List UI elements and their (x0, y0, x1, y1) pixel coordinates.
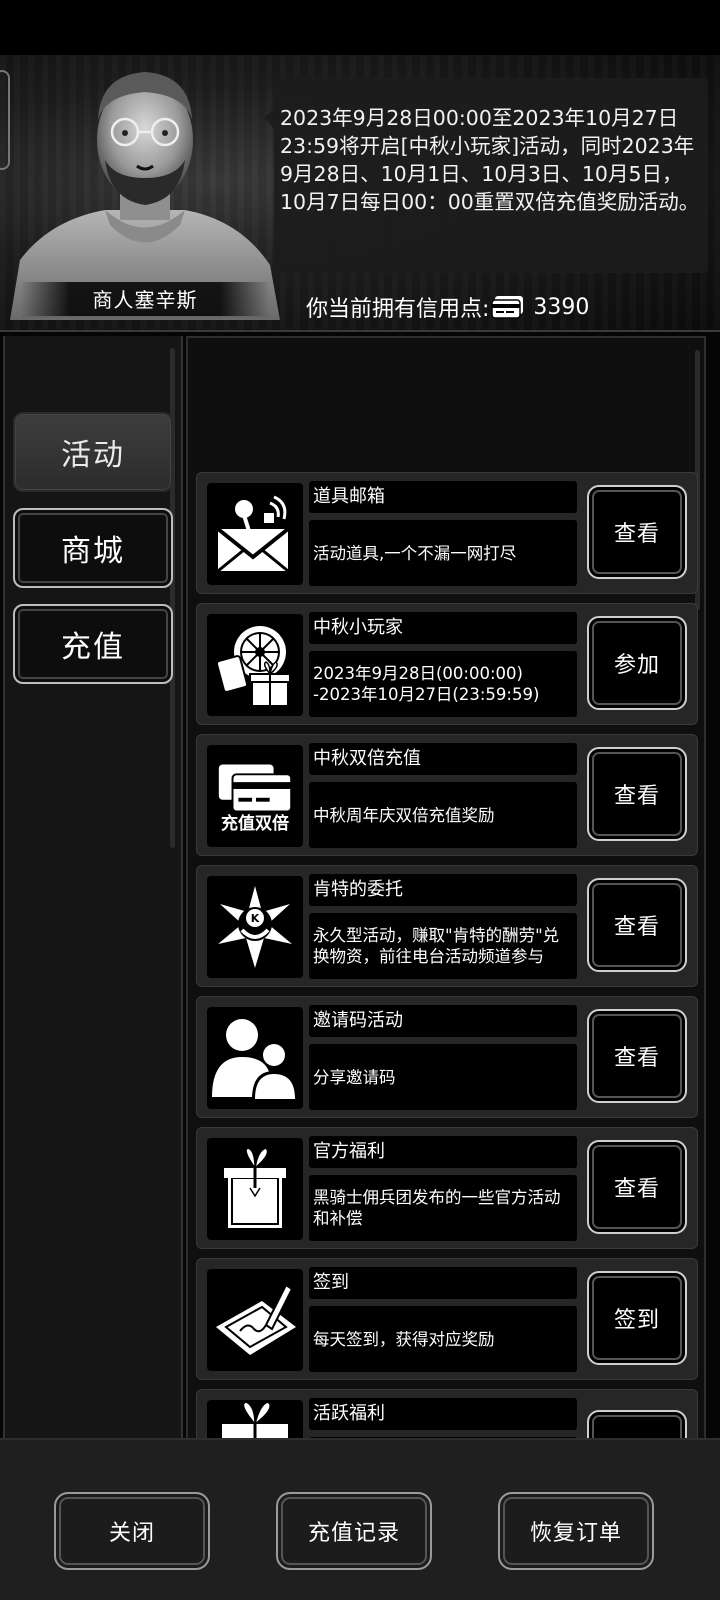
double-recharge-icon-label: 充值双倍 (221, 814, 289, 834)
wheel-gift-icon (207, 614, 303, 716)
activity-item: 签到 每天签到，获得对应奖励 签到 (196, 1258, 698, 1380)
join-button[interactable]: 参加 (587, 616, 687, 710)
activity-item: 充值双倍 中秋双倍充值 中秋周年庆双倍充值奖励 查看 (196, 734, 698, 856)
recharge-history-button[interactable]: 充值记录 (276, 1492, 432, 1570)
activity-desc: 永久型活动，赚取"肯特的酬劳"兑换物资，前往电台活动频道参与 (309, 913, 577, 979)
view-button[interactable]: 查看 (587, 878, 687, 972)
announcement-bubble: 2023年9月28日00:00至2023年10月27日23:59将开启[中秋小玩… (264, 78, 708, 273)
tab-activities[interactable]: 活动 (13, 412, 173, 492)
main-panel: 活动 商城 充值 道具邮箱 活动道具,一个不漏一网打尽 查看 中秋小玩家 202… (0, 330, 720, 1440)
activity-desc: 中秋周年庆双倍充值奖励 (309, 782, 577, 848)
view-button[interactable]: 查看 (587, 1140, 687, 1234)
gift-icon (207, 1400, 303, 1438)
activity-desc: 每天签到，获得对应奖励 (309, 1306, 577, 1372)
users-icon (207, 1007, 303, 1109)
mailbox-icon (207, 483, 303, 585)
tab-recharge[interactable]: 充值 (13, 604, 173, 684)
merchant-portrait (10, 60, 280, 320)
view-button[interactable]: 查看 (587, 1410, 687, 1438)
activity-title: 中秋双倍充值 (309, 743, 577, 775)
view-button[interactable]: 查看 (587, 747, 687, 841)
kent-emblem-icon: K (207, 876, 303, 978)
activity-item: K 肯特的委托 永久型活动，赚取"肯特的酬劳"兑换物资，前往电台活动频道参与 查… (196, 865, 698, 987)
activity-title: 官方福利 (309, 1136, 577, 1168)
credit-card-icon (491, 296, 524, 319)
activity-title: 中秋小玩家 (309, 612, 577, 644)
sidebar: 活动 商城 充值 (3, 336, 183, 1440)
activity-title: 活跃福利 (309, 1398, 577, 1430)
credits-value: 3390 (533, 294, 590, 320)
credits-label: 你当前拥有信用点: (306, 297, 490, 322)
activity-item: 道具邮箱 活动道具,一个不漏一网打尽 查看 (196, 472, 698, 594)
activity-title: 肯特的委托 (309, 874, 577, 906)
activity-desc: 2023年9月28日(00:00:00) -2023年10月27日(23:59:… (309, 651, 577, 717)
activity-item: 官方福利 黑骑士佣兵团发布的一些官方活动和补偿 查看 (196, 1127, 698, 1249)
view-button[interactable]: 查看 (587, 485, 687, 579)
activity-title: 签到 (309, 1267, 577, 1299)
double-recharge-icon: 充值双倍 (207, 745, 303, 847)
close-button[interactable]: 关闭 (54, 1492, 210, 1570)
activity-desc: 活动道具,一个不漏一网打尽 (309, 520, 577, 586)
back-handle[interactable] (0, 70, 10, 170)
svg-text:K: K (251, 912, 260, 925)
activity-title: 道具邮箱 (309, 481, 577, 513)
tab-shop[interactable]: 商城 (13, 508, 173, 588)
activity-item: 活跃福利 查看 (196, 1389, 698, 1438)
merchant-name: 商人塞辛斯 (20, 282, 270, 318)
giftbox-icon (207, 1138, 303, 1240)
header: 商人塞辛斯 2023年9月28日00:00至2023年10月27日23:59将开… (0, 0, 720, 335)
activity-desc: 黑骑士佣兵团发布的一些官方活动和补偿 (309, 1175, 577, 1241)
view-button[interactable]: 查看 (587, 1009, 687, 1103)
activity-list: 道具邮箱 活动道具,一个不漏一网打尽 查看 中秋小玩家 2023年9月28日(0… (196, 472, 698, 1438)
activity-item: 中秋小玩家 2023年9月28日(00:00:00) -2023年10月27日(… (196, 603, 698, 725)
activity-list-panel: 道具邮箱 活动道具,一个不漏一网打尽 查看 中秋小玩家 2023年9月28日(0… (186, 336, 706, 1440)
sign-pad-icon (207, 1269, 303, 1371)
activity-desc: 分享邀请码 (309, 1044, 577, 1110)
activity-title: 邀请码活动 (309, 1005, 577, 1037)
footer-bar: 关闭 充值记录 恢复订单 (0, 1438, 720, 1600)
activity-item: 邀请码活动 分享邀请码 查看 (196, 996, 698, 1118)
sign-in-button[interactable]: 签到 (587, 1271, 687, 1365)
restore-order-button[interactable]: 恢复订单 (498, 1492, 654, 1570)
credits-display: 你当前拥有信用点: 3390 (306, 290, 589, 324)
